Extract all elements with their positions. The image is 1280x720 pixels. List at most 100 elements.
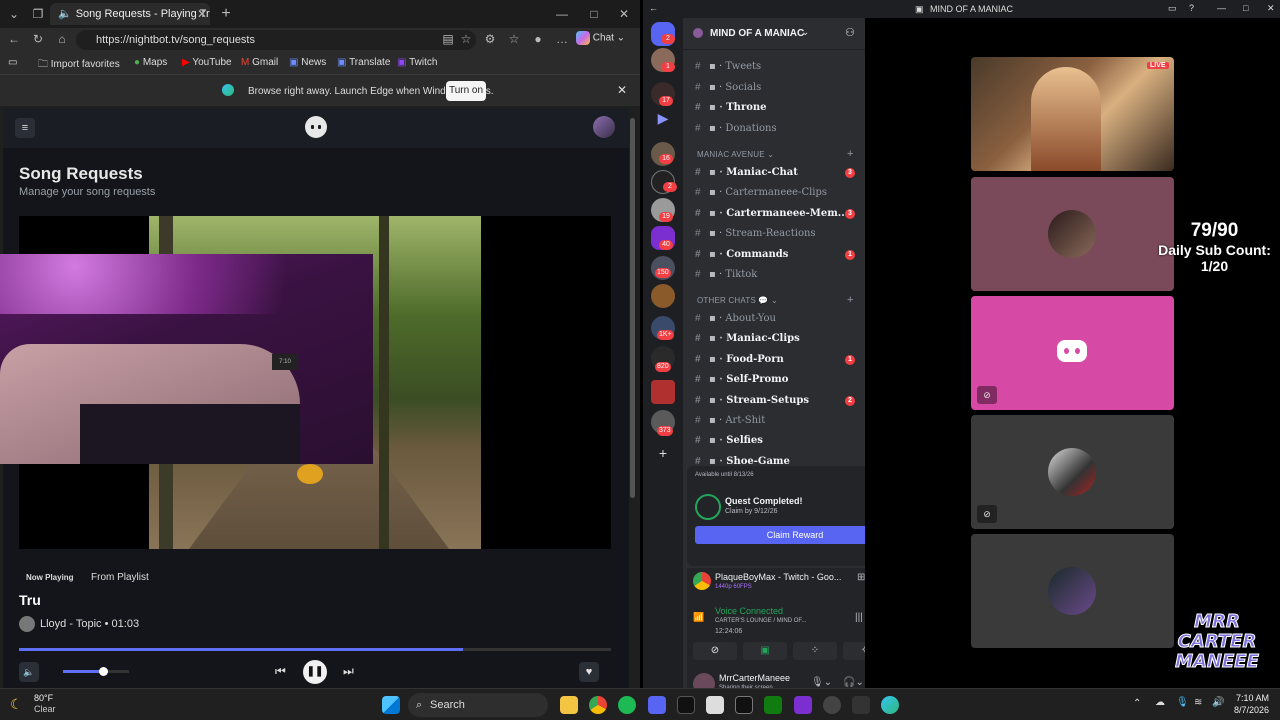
server-header[interactable]: MIND OF A MANIAC ⌄ ⚇ xyxy=(683,18,865,50)
moon-weather-icon[interactable]: ☾ xyxy=(10,696,23,713)
add-channel-icon[interactable]: + xyxy=(847,148,853,160)
back-icon[interactable]: ← xyxy=(4,30,24,48)
tray-chevron-icon[interactable]: ⌃ xyxy=(1133,698,1141,709)
fav-gmail[interactable]: M Gmail xyxy=(241,57,278,68)
channel-item[interactable]: # ▪ · Maniac-Chat 3 xyxy=(695,164,863,182)
scrollbar-thumb[interactable] xyxy=(630,118,635,498)
channel-item[interactable]: # ▪ · Stream-Reactions xyxy=(695,225,863,243)
channel-item[interactable]: # ▪ · Maniac-Clips xyxy=(695,330,863,348)
minimize-icon[interactable]: — xyxy=(552,5,572,23)
xbox-icon[interactable] xyxy=(764,696,782,714)
start-icon[interactable] xyxy=(382,696,400,714)
volume-knob[interactable] xyxy=(98,667,108,676)
maximize-icon[interactable]: □ xyxy=(584,5,604,23)
discord-icon[interactable] xyxy=(648,696,666,714)
stream-tile-live[interactable]: LIVE xyxy=(971,57,1174,171)
inbox-icon[interactable]: ▭ xyxy=(1168,3,1177,14)
url-input[interactable]: https://nightbot.tv/song_requests xyxy=(76,30,476,50)
channel-item[interactable]: # ▪ · Throne xyxy=(695,99,863,117)
nightbot-logo-icon[interactable] xyxy=(305,116,327,138)
fav-translate[interactable]: ▣ Translate xyxy=(337,57,390,68)
screen-share-button[interactable]: ▣ xyxy=(743,642,787,660)
channel-item[interactable]: # ▪ · Selfies xyxy=(695,432,863,450)
server-icon[interactable] xyxy=(651,380,675,404)
tiktok-icon[interactable] xyxy=(677,696,695,714)
progress-bar[interactable] xyxy=(19,648,611,651)
menu-icon[interactable]: ≡ xyxy=(15,118,35,138)
category-header[interactable]: MANIAC AVENUE ⌄ xyxy=(697,150,774,159)
server-icon[interactable] xyxy=(651,284,675,308)
clock-time[interactable]: 7:10 AM xyxy=(1236,693,1269,703)
channel-item[interactable]: # ▪ · Stream-Setups 2 xyxy=(695,392,863,410)
microphone-icon[interactable]: 🎙⌄ xyxy=(811,677,832,688)
add-channel-icon[interactable]: + xyxy=(847,294,853,306)
tray-mic-icon[interactable]: 🎙 xyxy=(1176,697,1189,708)
tray-app-icon[interactable]: ☁ xyxy=(1155,697,1165,708)
app-icon[interactable] xyxy=(852,696,870,714)
wifi-icon[interactable]: ≋ xyxy=(1194,697,1202,708)
channel-item[interactable]: # ▪ · Tweets xyxy=(695,58,863,76)
copilot-chat-button[interactable]: Chat ⌄ xyxy=(576,31,625,45)
home-icon[interactable]: ⌂ xyxy=(52,30,72,48)
noise-suppression-icon[interactable]: ||| xyxy=(855,612,863,623)
tab-close-icon[interactable]: ✕ xyxy=(192,5,212,23)
channel-item[interactable]: # ▪ · Tiktok xyxy=(695,266,863,284)
spotify-icon[interactable] xyxy=(618,696,636,714)
tab-song-requests[interactable]: 🔈 Song Requests - Playing Tru xyxy=(50,3,210,25)
close-window-icon[interactable]: ✕ xyxy=(614,5,634,23)
back-icon[interactable]: ← xyxy=(649,3,658,13)
fav-youtube[interactable]: ▶ YouTube xyxy=(182,57,232,68)
turn-on-button[interactable]: Turn on xyxy=(446,81,486,101)
app-icon[interactable] xyxy=(706,696,724,714)
pause-button[interactable]: ❚❚ xyxy=(303,660,327,684)
help-icon[interactable]: ? xyxy=(1189,3,1194,13)
channel-item[interactable]: # ▪ · Food-Porn 1 xyxy=(695,351,863,369)
voice-channel[interactable]: CARTER'S LOUNGE / MIND OF... xyxy=(715,618,806,624)
file-explorer-icon[interactable] xyxy=(560,696,578,714)
add-member-icon[interactable]: ⚇ xyxy=(845,26,855,39)
volume-icon[interactable]: 🔊 xyxy=(1212,697,1224,708)
refresh-icon[interactable]: ↻ xyxy=(28,30,48,48)
more-icon[interactable]: … xyxy=(552,30,572,48)
channel-item[interactable]: # ▪ · About-You xyxy=(695,310,863,328)
edge-icon[interactable] xyxy=(881,696,899,714)
add-server-icon[interactable]: + xyxy=(651,442,675,466)
chrome-icon[interactable] xyxy=(589,696,607,714)
fav-maps[interactable]: ● Maps xyxy=(134,57,167,68)
workspaces-icon[interactable]: ❐ xyxy=(28,5,48,23)
taskbar-search[interactable]: ⌕ Search xyxy=(408,693,548,717)
headphones-icon[interactable]: 🎧⌄ xyxy=(843,677,864,688)
favorite-star-icon[interactable]: ☆ xyxy=(456,30,476,48)
activities-button[interactable]: ⁘ xyxy=(793,642,837,660)
fav-twitch[interactable]: ▣ Twitch xyxy=(397,57,437,68)
minimize-icon[interactable]: — xyxy=(1217,3,1226,13)
volume-icon[interactable]: 🔈 xyxy=(19,662,39,682)
category-header[interactable]: OTHER CHATS 💬 ⌄ xyxy=(697,296,778,305)
notification-close-icon[interactable]: ✕ xyxy=(617,83,627,97)
channel-item[interactable]: # ▪ · Socials xyxy=(695,79,863,97)
obs-icon[interactable] xyxy=(823,696,841,714)
profile-icon[interactable]: ● xyxy=(528,30,548,48)
reader-icon[interactable]: ▤ xyxy=(438,30,458,48)
channel-item[interactable]: # ▪ · Art-Shit xyxy=(695,412,863,430)
audio-icon[interactable]: 🔈 xyxy=(58,8,72,20)
close-icon[interactable]: ✕ xyxy=(1267,3,1275,14)
app-icon[interactable] xyxy=(794,696,812,714)
maximize-icon[interactable]: □ xyxy=(1243,3,1248,13)
page-scrollbar[interactable] xyxy=(629,108,637,688)
channel-item[interactable]: # ▪ · Cartermaneee-Clips xyxy=(695,184,863,202)
channel-item[interactable]: # ▪ · Cartermaneee-Mem... 3 xyxy=(695,205,863,223)
participant-tile[interactable] xyxy=(971,534,1174,648)
camera-off-button[interactable]: ⊘ xyxy=(693,642,737,660)
tab-actions-icon[interactable]: ⌄ xyxy=(4,5,24,23)
channel-item[interactable]: # ▪ · Commands 1 xyxy=(695,246,863,264)
fav-import[interactable]: 🗀 Import favorites xyxy=(38,57,120,74)
server-icon[interactable]: ▶ xyxy=(651,110,675,134)
previous-icon[interactable]: ⏮ xyxy=(275,664,286,679)
new-tab-icon[interactable]: + xyxy=(216,5,236,23)
heart-icon[interactable]: ♥ xyxy=(579,662,599,682)
app-icon[interactable] xyxy=(735,696,753,714)
fav-news[interactable]: ▣ News xyxy=(289,57,326,68)
favorites-menu-icon[interactable]: ▭ xyxy=(8,57,17,68)
channel-item[interactable]: # ▪ · Self-Promo xyxy=(695,371,863,389)
